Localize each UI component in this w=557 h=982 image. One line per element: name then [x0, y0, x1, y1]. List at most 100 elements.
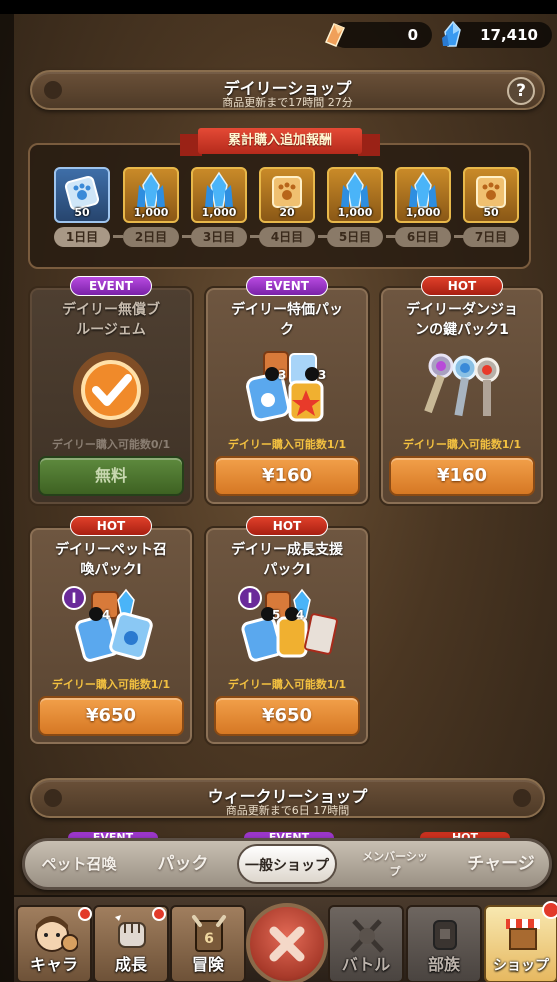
notification-dot — [152, 907, 166, 921]
reward-day-label: 2日目 — [123, 227, 179, 247]
reward-day-3[interactable]: 1,000 3日目 — [191, 167, 247, 247]
nav-label: 成長 — [114, 955, 147, 974]
reward-day-label: 3日目 — [191, 227, 247, 247]
svg-text:I: I — [71, 591, 76, 607]
daily-shop-refresh-timer: 商品更新まで17時間 27分 — [222, 96, 353, 109]
gift-notification-icon — [542, 901, 557, 919]
product-name-line1: デイリー無償ブ — [62, 302, 160, 318]
energy-counter: 0 — [320, 20, 432, 50]
gem-amount: 17,410 — [480, 26, 538, 44]
item-count-a: 4 — [102, 608, 111, 622]
reward-day-label: 5日目 — [327, 227, 383, 247]
product-name-line1: デイリー特価パッ — [231, 302, 343, 318]
gem-counter: 17,410 — [438, 20, 554, 50]
item-count-b: 4 — [296, 608, 305, 622]
hot-tag: HOT — [246, 516, 328, 536]
tab-pack[interactable]: パック — [143, 841, 223, 887]
left-edge-shadow — [0, 0, 14, 982]
growth-support-items-icon: I — [238, 586, 338, 662]
daily-special-pack-card: EVENT デイリー特価パッ ク 3 3 デイリー購入可能数1/1 ¥160 — [204, 276, 370, 506]
checkmark-claimed-icon — [73, 352, 149, 428]
reward-day-label: 4日目 — [259, 227, 315, 247]
svg-text:6: 6 — [204, 931, 214, 947]
notification-dot — [78, 907, 92, 921]
dungeon-keys-icon — [424, 353, 500, 417]
nav-label: バトル — [341, 955, 391, 974]
product-name-line2: パックI — [263, 562, 311, 578]
tab-charge[interactable]: チャージ — [453, 841, 549, 887]
tab-pet-summon[interactable]: ペット召喚 — [31, 841, 127, 887]
reward-day-5[interactable]: 1,000 5日目 — [327, 167, 383, 247]
help-button[interactable]: ? — [507, 77, 535, 105]
product-name-line2: ルージェム — [76, 322, 146, 338]
purchase-limit: デイリー購入可能数1/1 — [227, 438, 347, 451]
game-shop-screen: 0 17,410 デイリーショップ 商品更新まで17時間 27分 ? 累計購入追… — [0, 0, 557, 982]
purchase-limit: デイリー購入可能数1/1 — [402, 438, 522, 451]
nav-label: ショップ — [493, 958, 549, 974]
weekly-shop-header: ウィークリーショップ 商品更新まで6日 17時間 — [30, 778, 545, 818]
item-count-b: 3 — [318, 368, 327, 382]
daily-free-gem-card: EVENT デイリー無償ブ ルージェム デイリー購入可能数0/1 無料 — [28, 276, 194, 506]
hot-tag: HOT — [421, 276, 503, 296]
buy-button[interactable]: ¥160 — [214, 456, 360, 496]
tab-membership-line2: プ — [389, 865, 401, 878]
daily-dungeon-key-pack-card: HOT デイリーダンジョ ンの鍵パック1 デイリー購入可能数1/1 ¥160 — [379, 276, 545, 506]
item-count-a: 3 — [278, 368, 287, 382]
reward-amount: 1,000 — [337, 206, 373, 219]
svg-text:I: I — [247, 591, 252, 607]
reward-day-2[interactable]: 1,000 2日目 — [123, 167, 179, 247]
nav-battle-button[interactable]: バトル — [328, 905, 404, 982]
event-tag: EVENT — [246, 276, 328, 296]
shop-category-tabs: ペット召喚 パック 一般ショップ メンバーシッ プ チャージ — [22, 838, 552, 890]
item-count-a: 5 — [272, 608, 281, 622]
pack-items-icon — [246, 351, 324, 422]
close-menu-button[interactable] — [246, 903, 328, 982]
event-tag: EVENT — [70, 276, 152, 296]
blue-gem-icon — [442, 20, 461, 47]
nav-label: キャラ — [29, 955, 78, 974]
buy-button[interactable]: ¥650 — [38, 696, 184, 736]
daily-growth-support-pack-card: HOT デイリー成長支援 パックI I 5 4 デイリー購入可能数1/1 ¥65… — [204, 516, 370, 746]
reward-day-4[interactable]: 20 4日目 — [259, 167, 315, 247]
reward-day-7[interactable]: 50 7日目 — [463, 167, 519, 247]
purchase-limit: デイリー購入可能数1/1 — [51, 678, 171, 691]
top-strip — [0, 0, 557, 14]
nav-adventure-button[interactable]: 6 冒険 — [170, 905, 246, 982]
buy-button[interactable]: ¥650 — [214, 696, 360, 736]
reward-day-label: 7日目 — [463, 227, 519, 247]
free-claim-button[interactable]: 無料 — [38, 456, 184, 496]
pet-summon-items-icon: I — [62, 586, 153, 662]
product-name-line2: 喚パックI — [80, 562, 142, 578]
product-name-line1: デイリーダンジョ — [406, 302, 518, 318]
hot-tag: HOT — [70, 516, 152, 536]
weekly-shop-refresh-timer: 商品更新まで6日 17時間 — [225, 804, 350, 817]
tab-membership-line1: メンバーシッ — [362, 850, 428, 863]
nav-label: 冒険 — [191, 955, 224, 974]
reward-day-6[interactable]: 1,000 6日目 — [395, 167, 451, 247]
reward-day-label: 1日目 — [54, 227, 110, 247]
cumulative-rewards-title: 累計購入追加報酬 — [198, 128, 362, 154]
energy-amount: 0 — [407, 26, 418, 44]
nav-label: 部族 — [427, 955, 460, 974]
reward-day-1[interactable]: 50 1日目 — [54, 167, 110, 247]
tab-general-shop[interactable]: 一般ショップ — [237, 844, 337, 884]
purchase-limit: デイリー購入可能数0/1 — [51, 438, 171, 451]
buy-button[interactable]: ¥160 — [389, 456, 535, 496]
reward-amount: 1,000 — [133, 206, 169, 219]
tab-membership[interactable]: メンバーシッ プ — [345, 841, 445, 887]
reward-amount: 20 — [279, 206, 295, 219]
product-name-line2: ク — [280, 322, 294, 338]
cumulative-rewards-ribbon: 累計購入追加報酬 — [180, 128, 380, 158]
nav-clan-button[interactable]: 部族 — [406, 905, 482, 982]
daily-shop-header: デイリーショップ 商品更新まで17時間 27分 ? — [30, 70, 545, 110]
daily-pet-summon-pack-card: HOT デイリーペット召 喚パックI I 4 デイリー購入可能数1/1 ¥650 — [28, 516, 194, 746]
purchase-limit: デイリー購入可能数1/1 — [227, 678, 347, 691]
product-name-line2: ンの鍵パック1 — [415, 322, 509, 338]
reward-day-label: 6日目 — [395, 227, 451, 247]
reward-amount: 50 — [74, 206, 90, 219]
reward-amount: 1,000 — [405, 206, 441, 219]
product-name-line1: デイリーペット召 — [55, 542, 167, 558]
close-x-icon — [269, 926, 305, 962]
shop-stall-icon — [506, 919, 540, 950]
product-name-line1: デイリー成長支援 — [231, 542, 343, 558]
